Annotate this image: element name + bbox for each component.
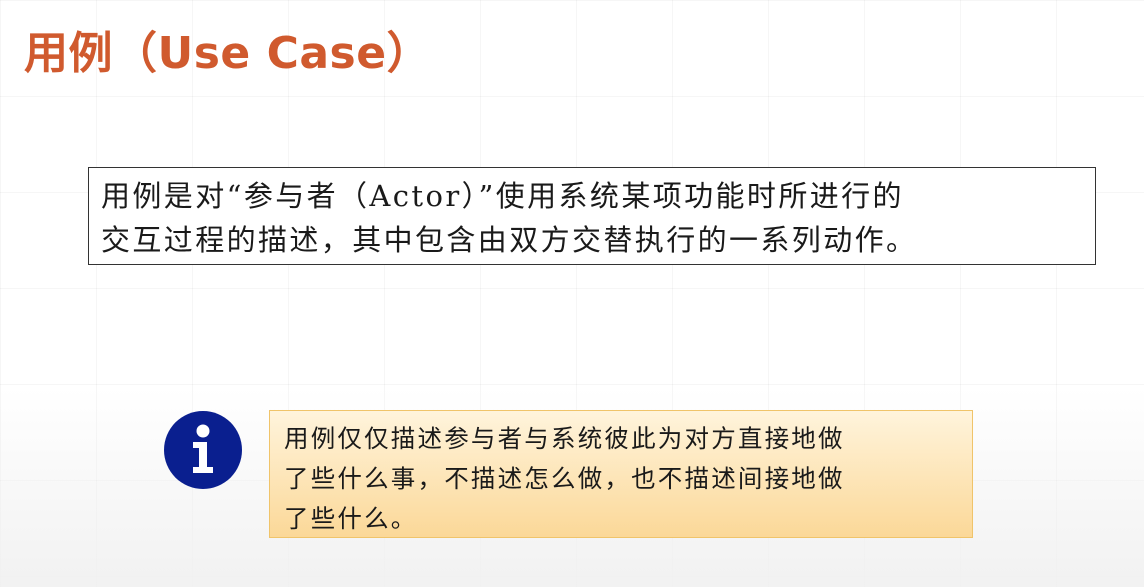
- info-icon: [164, 411, 242, 489]
- definition-box: 用例是对“参与者（Actor）”使用系统某项功能时所进行的 交互过程的描述，其中…: [88, 167, 1096, 265]
- slide: { "slide": { "title": "用例（Use Case）" }, …: [0, 0, 1144, 587]
- info-glyph: [193, 424, 213, 473]
- definition-text: 用例是对“参与者（Actor）”使用系统某项功能时所进行的 交互过程的描述，其中…: [101, 179, 918, 257]
- note-box: 用例仅仅描述参与者与系统彼此为对方直接地做 了些什么事，不描述怎么做，也不描述间…: [269, 410, 973, 538]
- slide-title: 用例（Use Case）: [24, 28, 432, 79]
- note-text: 用例仅仅描述参与者与系统彼此为对方直接地做 了些什么事，不描述怎么做，也不描述间…: [284, 424, 845, 533]
